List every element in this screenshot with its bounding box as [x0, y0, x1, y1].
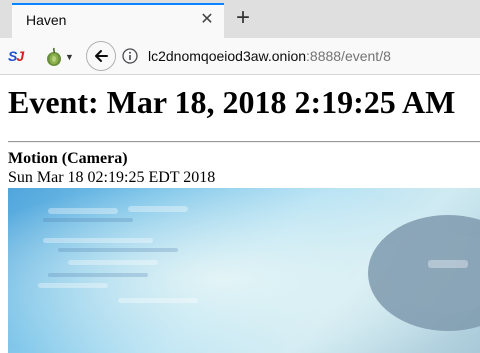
- info-icon[interactable]: [122, 48, 138, 64]
- url-bar[interactable]: lc2dnomqoeiod3aw.onion:8888/event/8: [120, 43, 480, 70]
- tab-strip: Haven ✕ +: [0, 0, 480, 38]
- back-arrow-icon: [95, 50, 108, 62]
- tor-onion-icon[interactable]: [44, 47, 64, 66]
- tab-haven[interactable]: Haven ✕: [12, 3, 224, 38]
- camera-capture-image: [8, 188, 480, 353]
- new-tab-button[interactable]: +: [230, 6, 256, 32]
- sj-extension-icon[interactable]: SJ: [8, 47, 28, 65]
- page-content: Event: Mar 18, 2018 2:19:25 AM Motion (C…: [0, 75, 480, 353]
- url-path: :8888/event/8: [306, 48, 391, 64]
- horizontal-rule: [8, 141, 480, 143]
- url-text[interactable]: lc2dnomqoeiod3aw.onion:8888/event/8: [148, 48, 391, 64]
- chevron-down-icon[interactable]: ▼: [65, 52, 74, 62]
- close-icon[interactable]: ✕: [198, 11, 216, 29]
- sj-extension-letter-j: J: [16, 48, 24, 64]
- url-host: lc2dnomqoeiod3aw.onion: [148, 48, 307, 64]
- page-title: Event: Mar 18, 2018 2:19:25 AM: [8, 84, 456, 120]
- navigation-toolbar: SJ ▼ lc2dnomqoeiod3aw.onion:8888/event/8: [0, 38, 480, 75]
- tab-title: Haven: [26, 12, 67, 28]
- event-type-label: Motion (Camera): [8, 150, 128, 167]
- back-button[interactable]: [86, 41, 116, 71]
- event-timestamp: Sun Mar 18 02:19:25 EDT 2018: [8, 169, 216, 186]
